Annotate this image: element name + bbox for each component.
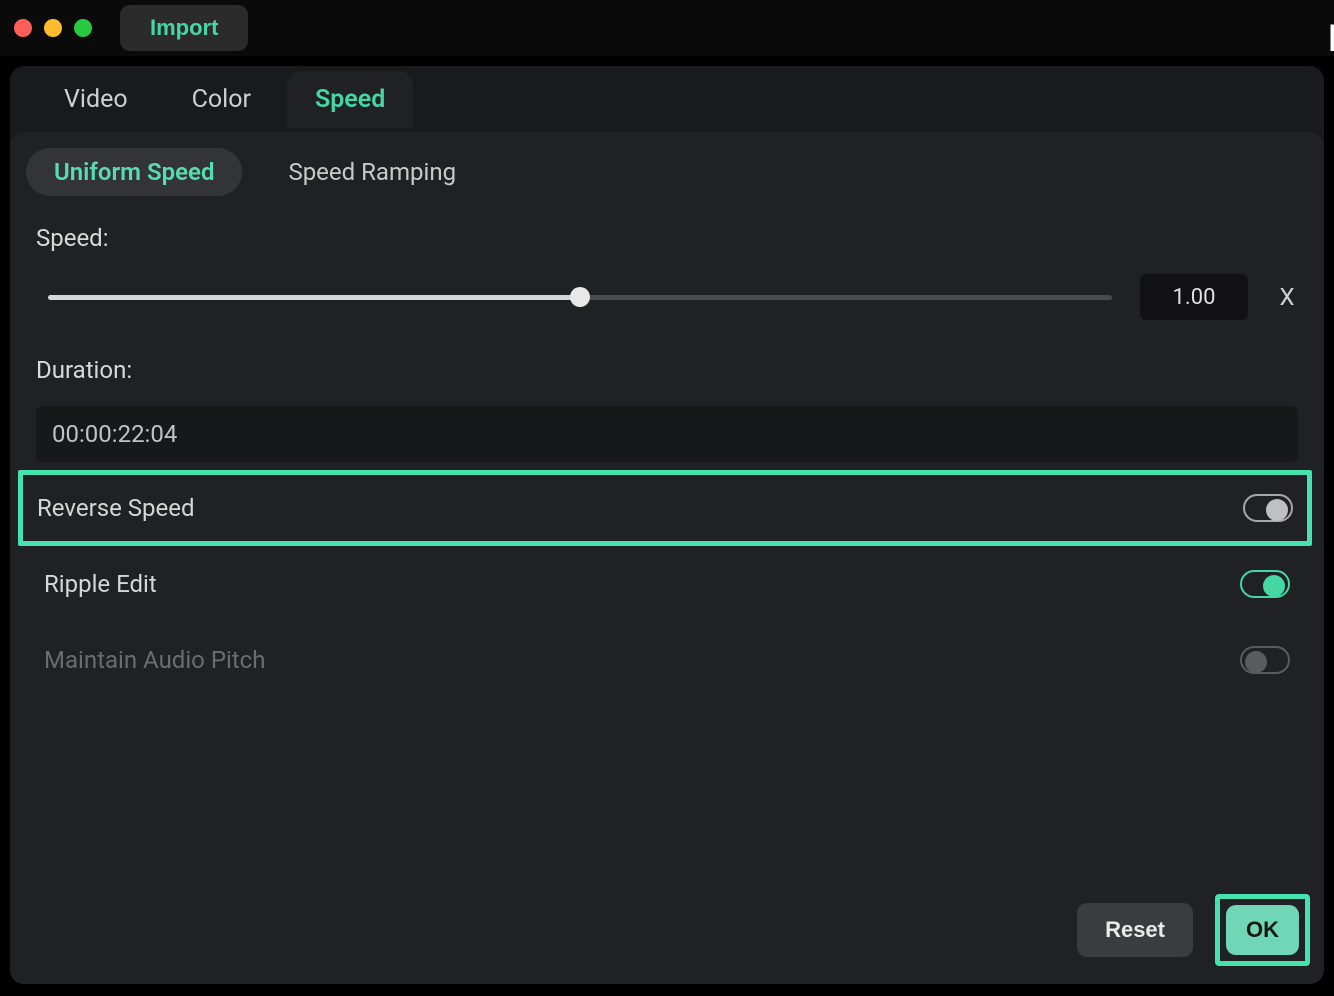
slider-thumb[interactable] [570, 287, 590, 307]
subtab-speed-ramping[interactable]: Speed Ramping [260, 148, 484, 196]
speed-label: Speed: [36, 224, 1308, 252]
maintain-pitch-toggle [1240, 646, 1290, 674]
maximize-window-button[interactable] [74, 19, 92, 37]
tab-color[interactable]: Color [164, 71, 279, 128]
maintain-pitch-label: Maintain Audio Pitch [44, 646, 265, 674]
speed-panel: Video Color Speed Uniform Speed Speed Ra… [10, 66, 1324, 984]
ripple-edit-toggle[interactable] [1240, 570, 1290, 598]
subtab-uniform-speed[interactable]: Uniform Speed [26, 148, 242, 196]
import-button[interactable]: Import [120, 5, 248, 51]
titlebar: Import [0, 0, 1334, 56]
slider-track-fill [48, 295, 580, 300]
panel-footer: Reset OK [1077, 894, 1310, 966]
reset-button[interactable]: Reset [1077, 903, 1193, 957]
reverse-speed-row: Reverse Speed [18, 470, 1312, 546]
duration-input[interactable]: 00:00:22:04 [36, 406, 1298, 462]
speed-slider-row: 1.00 X [26, 274, 1308, 320]
panel-content: Uniform Speed Speed Ramping Speed: 1.00 … [10, 132, 1324, 984]
speed-value-input[interactable]: 1.00 [1140, 274, 1248, 320]
panel-tabs: Video Color Speed [10, 66, 1324, 132]
close-window-button[interactable] [14, 19, 32, 37]
cropped-logo: l [1328, 18, 1334, 60]
ok-button[interactable]: OK [1226, 905, 1299, 955]
tab-speed[interactable]: Speed [287, 71, 413, 128]
speed-slider[interactable] [48, 285, 1112, 309]
reverse-speed-toggle[interactable] [1243, 494, 1293, 522]
speed-subtabs: Uniform Speed Speed Ramping [26, 148, 1308, 196]
ripple-edit-label: Ripple Edit [44, 570, 157, 598]
reverse-speed-label: Reverse Speed [37, 494, 194, 522]
tab-video[interactable]: Video [36, 71, 156, 128]
ok-highlight: OK [1215, 894, 1310, 966]
duration-label: Duration: [36, 356, 1308, 384]
toggle-knob [1245, 651, 1267, 673]
toggle-knob [1266, 499, 1288, 521]
toggle-knob [1263, 575, 1285, 597]
speed-suffix: X [1276, 283, 1298, 311]
window-controls [14, 19, 92, 37]
minimize-window-button[interactable] [44, 19, 62, 37]
ripple-edit-row: Ripple Edit [30, 546, 1304, 622]
maintain-pitch-row: Maintain Audio Pitch [30, 622, 1304, 698]
